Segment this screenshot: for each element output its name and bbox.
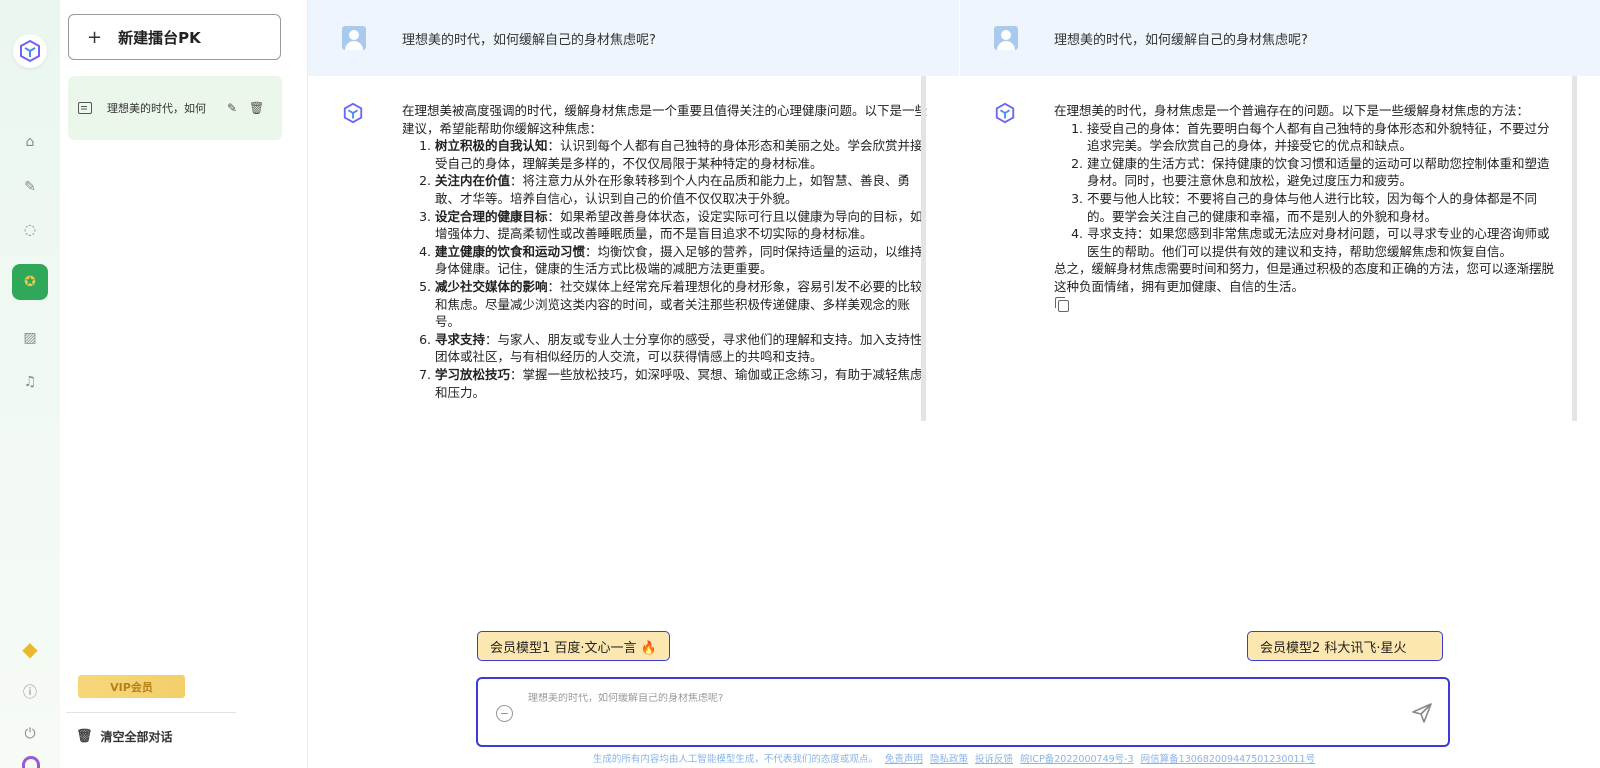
footer-link-feedback[interactable]: 投诉反馈 <box>975 754 1013 765</box>
right-question-bar: 理想美的时代，如何缓解自己的身材焦虑呢? <box>960 0 1600 76</box>
home-icon[interactable]: ⌂ <box>18 130 42 154</box>
plus-icon: + <box>87 26 103 48</box>
list-item-title: 树立积极的自我认知 <box>435 138 548 154</box>
clear-input-icon[interactable] <box>496 705 513 722</box>
trash-icon: 🗑 <box>76 729 93 744</box>
user-avatar-icon <box>342 26 366 50</box>
chat-bubble-icon <box>78 102 92 114</box>
footer-link-icp[interactable]: 皖ICP备2022000749号-3 <box>1020 754 1134 765</box>
right-scrollbar[interactable] <box>1572 76 1577 421</box>
new-pk-label: 新建擂台PK <box>118 28 201 47</box>
left-question-text: 理想美的时代，如何缓解自己的身材焦虑呢? <box>402 32 656 48</box>
list-item: 寻求支持：与家人、朋友或专业人士分享你的感受，寻求他们的理解和支持。加入支持性团… <box>435 331 927 366</box>
list-item: 建立健康的饮食和运动习惯：均衡饮食，摄入足够的营养，同时保持适量的运动，以维持身… <box>435 243 927 278</box>
arena-pk-icon[interactable]: ✪ <box>12 264 48 300</box>
music-icon[interactable]: ♫ <box>18 370 42 394</box>
footer-link-disclaimer[interactable]: 免责声明 <box>885 754 923 765</box>
image-icon[interactable]: ▨ <box>18 326 42 350</box>
session-item[interactable]: 理想美的时代，如何 ✎ 🗑 <box>68 76 282 140</box>
list-item: 学习放松技巧：掌握一些放松技巧，如深呼吸、冥想、瑜伽或正念练习，有助于减轻焦虑和… <box>435 366 927 401</box>
edit-doc-icon[interactable]: ✎ <box>18 175 42 199</box>
left-answer-list: 树立积极的自我认知：认识到每个人都有自己独特的身体形态和美丽之处。学会欣赏并接受… <box>402 137 927 401</box>
clear-all-button[interactable]: 🗑 清空全部对话 <box>76 728 173 745</box>
list-item-title: 减少社交媒体的影响 <box>435 278 548 294</box>
copy-icon[interactable] <box>1055 296 1069 312</box>
list-item-title: 寻求支持 <box>435 331 486 347</box>
avatar-icon[interactable] <box>22 756 40 768</box>
delete-icon[interactable]: 🗑 <box>249 101 264 115</box>
right-answer-panel: 在理想美的时代，身材焦虑是一个普遍存在的问题。以下是一些缓解身材焦虑的方法： 接… <box>960 76 1558 421</box>
left-answer-body: 在理想美被高度强调的时代，缓解身材焦虑是一个重要且值得关注的心理健康问题。以下是… <box>402 102 927 401</box>
list-item: 设定合理的健康目标：如果希望改善身体状态，设定实际可行且以健康为导向的目标，如增… <box>435 208 927 243</box>
send-icon[interactable] <box>1410 701 1434 725</box>
list-item-text: ：与家人、朋友或专业人士分享你的感受，寻求他们的理解和支持。加入支持性团体或社区… <box>435 331 923 365</box>
clear-all-label: 清空全部对话 <box>100 730 173 744</box>
list-item: 关注内在价值：将注意力从外在形象转移到个人内在品质和能力上，如智慧、善良、勇敢、… <box>435 172 927 207</box>
user-avatar-icon <box>994 26 1018 50</box>
edit-icon[interactable]: ✎ <box>225 101 239 115</box>
bot-logo-icon <box>995 102 1015 124</box>
footer-link-algorithm[interactable]: 网信算备130682009447501230011号 <box>1141 754 1315 765</box>
left-model-selector[interactable]: 会员模型1 百度·文心一言 🔥 <box>477 631 670 661</box>
divider <box>66 712 236 713</box>
left-answer-panel: 在理想美被高度强调的时代，缓解身材焦虑是一个重要且值得关注的心理健康问题。以下是… <box>308 76 927 421</box>
session-sidebar: + 新建擂台PK 理想美的时代，如何 ✎ 🗑 VIP会员 🗑 清空全部对话 <box>60 0 308 768</box>
right-answer-intro: 在理想美的时代，身材焦虑是一个普遍存在的问题。以下是一些缓解身材焦虑的方法： <box>1054 103 1530 118</box>
list-item: 不要与他人比较：不要将自己的身体与他人进行比较，因为每个人的身体都是不同的。要学… <box>1087 190 1558 225</box>
right-answer-conclusion: 总之，缓解身材焦虑需要时间和努力，但是通过积极的态度和正确的方法，您可以逐渐摆脱… <box>1054 261 1555 294</box>
list-item: 建立健康的生活方式：保持健康的饮食习惯和适量的运动可以帮助您控制体重和塑造身材。… <box>1087 155 1558 190</box>
icon-rail: ⌂ ✎ ◌ ✪ ▨ ♫ ◆ ⓘ ⏻ <box>0 0 60 768</box>
footer-notice: 生成的所有内容均由人工智能模型生成，不代表我们的态度或观点。 <box>592 754 878 765</box>
right-question-text: 理想美的时代，如何缓解自己的身材焦虑呢? <box>1054 32 1308 48</box>
left-scrollbar[interactable] <box>921 76 926 421</box>
new-arena-pk-button[interactable]: + 新建擂台PK <box>68 14 281 60</box>
right-answer-list: 接受自己的身体：首先要明白每个人都有自己独特的身体形态和外貌特征，不要过分追求完… <box>1054 120 1558 261</box>
list-item: 减少社交媒体的影响：社交媒体上经常充斥着理想化的身材形象，容易引发不必要的比较和… <box>435 278 927 331</box>
right-model-selector[interactable]: 会员模型2 科大讯飞·星火 <box>1247 631 1443 661</box>
prompt-input-box <box>476 677 1450 747</box>
list-item-title: 设定合理的健康目标 <box>435 208 548 224</box>
arena-main: 理想美的时代，如何缓解自己的身材焦虑呢? 理想美的时代，如何缓解自己的身材焦虑呢… <box>308 0 1600 768</box>
right-answer-body: 在理想美的时代，身材焦虑是一个普遍存在的问题。以下是一些缓解身材焦虑的方法： 接… <box>1054 102 1558 316</box>
list-item-title: 建立健康的饮食和运动习惯 <box>435 243 586 259</box>
vip-diamond-icon[interactable]: ◆ <box>18 637 42 661</box>
prompt-input[interactable] <box>528 693 1348 704</box>
session-title: 理想美的时代，如何 <box>107 102 206 115</box>
info-icon[interactable]: ⓘ <box>18 680 42 704</box>
list-item: 树立积极的自我认知：认识到每个人都有自己独特的身体形态和美丽之处。学会欣赏并接受… <box>435 137 927 172</box>
list-item: 接受自己的身体：首先要明白每个人都有自己独特的身体形态和外貌特征，不要过分追求完… <box>1087 120 1558 155</box>
power-icon[interactable]: ⏻ <box>18 722 42 746</box>
footer-link-privacy[interactable]: 隐私政策 <box>930 754 968 765</box>
bot-logo-icon <box>343 102 363 124</box>
chat-icon[interactable]: ◌ <box>18 218 42 242</box>
list-item-title: 关注内在价值 <box>435 173 511 189</box>
app-logo-icon[interactable] <box>13 34 47 68</box>
left-answer-intro: 在理想美被高度强调的时代，缓解身材焦虑是一个重要且值得关注的心理健康问题。以下是… <box>402 103 928 136</box>
list-item: 寻求支持：如果您感到非常焦虑或无法应对身材问题，可以寻求专业的心理咨询师或医生的… <box>1087 225 1558 260</box>
vip-member-button[interactable]: VIP会员 <box>78 675 185 698</box>
footer: 生成的所有内容均由人工智能模型生成，不代表我们的态度或观点。 免责声明 隐私政策… <box>308 751 1600 765</box>
left-question-bar: 理想美的时代，如何缓解自己的身材焦虑呢? <box>308 0 959 76</box>
list-item-title: 学习放松技巧 <box>435 366 511 382</box>
